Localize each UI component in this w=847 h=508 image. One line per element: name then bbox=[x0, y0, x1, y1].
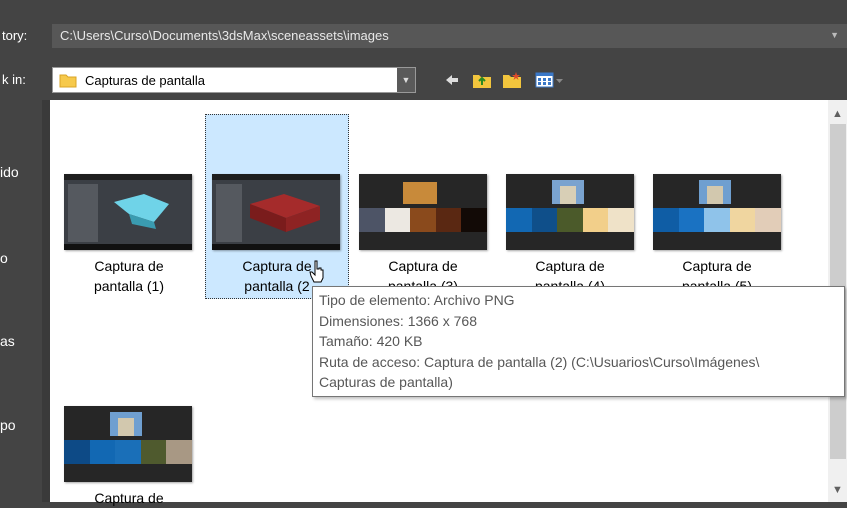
thumbnail-4 bbox=[506, 174, 634, 250]
chevron-down-icon[interactable]: ▼ bbox=[397, 68, 415, 92]
history-label: tory: bbox=[2, 28, 28, 43]
places-sidebar: ido o as po bbox=[0, 100, 42, 502]
tooltip-type: Tipo de elemento: Archivo PNG bbox=[319, 292, 515, 308]
sidebar-item-desktop[interactable]: o bbox=[0, 250, 8, 266]
scroll-down-icon[interactable]: ▼ bbox=[832, 484, 843, 496]
view-menu-button[interactable] bbox=[532, 68, 568, 92]
tooltip-path-line2: Capturas de pantalla) bbox=[319, 374, 453, 390]
file-item-5[interactable]: Captura de pantalla (5) bbox=[645, 114, 789, 304]
file-item-2[interactable]: Captura de pantalla (2 bbox=[205, 114, 349, 299]
thumbnail-6 bbox=[64, 406, 192, 482]
sidebar-divider bbox=[42, 100, 50, 502]
thumbnail-2 bbox=[212, 174, 340, 250]
chevron-down-icon[interactable]: ▼ bbox=[830, 30, 839, 40]
sidebar-item-recent[interactable]: ido bbox=[0, 164, 19, 180]
file-item-3[interactable]: Captura de pantalla (3) bbox=[351, 114, 495, 304]
history-dropdown[interactable]: C:\Users\Curso\Documents\3dsMax\sceneass… bbox=[52, 24, 847, 48]
tooltip-path-line1: Ruta de acceso: Captura de pantalla (2) … bbox=[319, 353, 760, 370]
thumbnail-1 bbox=[64, 174, 192, 250]
scroll-up-icon[interactable]: ▲ bbox=[832, 108, 843, 120]
mouse-cursor-icon bbox=[309, 260, 324, 283]
file-name-6: Captura de bbox=[94, 490, 164, 506]
lookin-label: k in: bbox=[2, 72, 26, 87]
up-folder-button[interactable] bbox=[470, 68, 494, 92]
up-folder-icon bbox=[473, 75, 491, 88]
folder-icon bbox=[59, 74, 77, 88]
sidebar-item-computer[interactable]: po bbox=[0, 417, 16, 433]
back-arrow-icon bbox=[446, 75, 458, 85]
back-button[interactable] bbox=[440, 68, 464, 92]
file-name-1: Captura de pantalla (1) bbox=[93, 258, 165, 294]
lookin-folder-name: Capturas de pantalla bbox=[85, 73, 205, 88]
tooltip-size: Tamaño: 420 KB bbox=[319, 333, 423, 349]
view-menu-icon bbox=[535, 72, 563, 88]
tooltip-dimensions: Dimensiones: 1366 x 768 bbox=[319, 312, 477, 329]
file-item-4[interactable]: Captura de pantalla (4) bbox=[498, 114, 642, 304]
sidebar-item-libraries[interactable]: as bbox=[0, 333, 15, 349]
history-path: C:\Users\Curso\Documents\3dsMax\sceneass… bbox=[60, 28, 389, 43]
new-folder-button[interactable] bbox=[500, 68, 524, 92]
new-folder-icon bbox=[503, 72, 521, 88]
lookin-dropdown[interactable]: Capturas de pantalla ▼ bbox=[52, 67, 416, 93]
thumbnail-5 bbox=[653, 174, 781, 250]
dialog-toolbar: tory: C:\Users\Curso\Documents\3dsMax\sc… bbox=[0, 0, 847, 100]
thumbnail-3 bbox=[359, 174, 487, 250]
file-item-6[interactable]: Captura de bbox=[57, 390, 201, 506]
file-info-tooltip: Tipo de elemento: Archivo PNG Dimensione… bbox=[312, 286, 845, 397]
file-item-1[interactable]: Captura de pantalla (1) bbox=[57, 114, 201, 304]
